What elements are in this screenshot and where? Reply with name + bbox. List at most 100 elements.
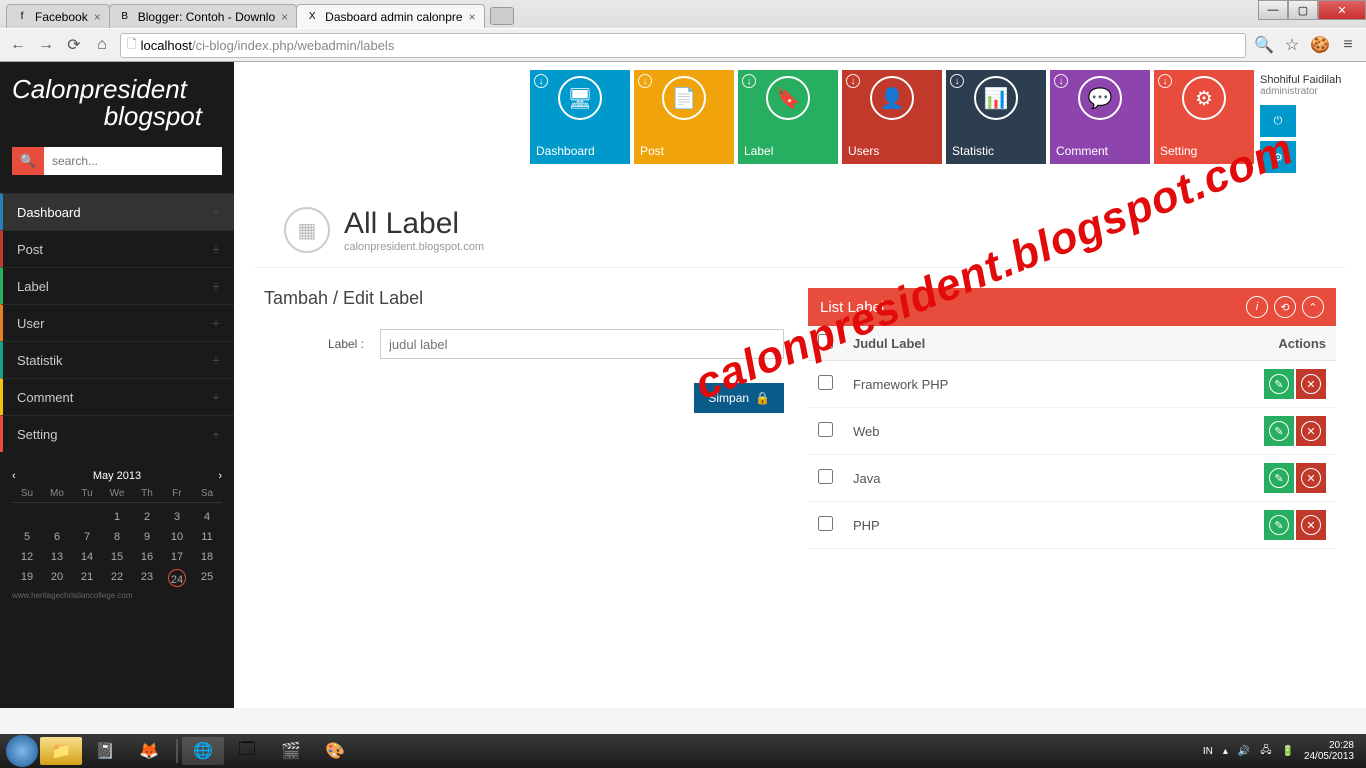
row-checkbox[interactable] — [818, 516, 833, 531]
cal-day[interactable]: 10 — [162, 529, 192, 545]
taskbar-app1[interactable]: 🗔 — [226, 737, 268, 765]
reload-button[interactable]: ⟳ — [64, 35, 84, 55]
taskbar-chrome[interactable]: 🌐 — [182, 737, 224, 765]
row-checkbox[interactable] — [818, 469, 833, 484]
tile-comment[interactable]: ↓💬Comment — [1050, 70, 1150, 164]
cal-day[interactable]: 4 — [192, 509, 222, 525]
tray-up-icon[interactable]: ▴ — [1223, 746, 1228, 757]
cal-day[interactable]: 1 — [102, 509, 132, 525]
sidebar-item-user[interactable]: User+ — [0, 304, 234, 341]
tile-icon: 📄 — [662, 76, 706, 120]
search-button[interactable]: 🔍 — [12, 147, 44, 175]
taskbar-notepad[interactable]: 📓 — [84, 737, 126, 765]
cal-day[interactable]: 13 — [42, 549, 72, 565]
collapse-icon[interactable]: ⌃ — [1302, 296, 1324, 318]
close-window-button[interactable]: ✕ — [1318, 0, 1366, 20]
forward-button[interactable]: → — [36, 35, 56, 55]
volume-icon[interactable]: 🔊 — [1238, 746, 1250, 757]
cal-day[interactable]: 8 — [102, 529, 132, 545]
sidebar-item-comment[interactable]: Comment+ — [0, 378, 234, 415]
cal-day — [72, 509, 102, 525]
delete-button[interactable]: ✕ — [1296, 369, 1326, 399]
cal-day[interactable]: 23 — [132, 569, 162, 587]
cal-day[interactable]: 12 — [12, 549, 42, 565]
cal-day[interactable]: 16 — [132, 549, 162, 565]
browser-tab[interactable]: BBlogger: Contoh - Downlo× — [109, 4, 297, 28]
cal-day[interactable]: 19 — [12, 569, 42, 587]
save-button[interactable]: Simpan 🔒 — [694, 383, 784, 413]
taskbar-app2[interactable]: 🎬 — [270, 737, 312, 765]
cal-day — [12, 509, 42, 525]
cal-day[interactable]: 20 — [42, 569, 72, 587]
cal-next-button[interactable]: › — [218, 470, 222, 482]
sidebar-item-setting[interactable]: Setting+ — [0, 415, 234, 452]
tile-label[interactable]: ↓🔖Label — [738, 70, 838, 164]
bookmark-icon[interactable]: ☆ — [1282, 35, 1302, 55]
power-button[interactable]: ⏻ — [1260, 105, 1296, 137]
edit-button[interactable]: ✎ — [1264, 369, 1294, 399]
row-checkbox[interactable] — [818, 422, 833, 437]
sidebar-item-label[interactable]: Label+ — [0, 267, 234, 304]
cal-day[interactable]: 21 — [72, 569, 102, 587]
address-bar[interactable]: 🗋 localhost/ci-blog/index.php/webadmin/l… — [120, 33, 1246, 58]
browser-tab[interactable]: fFacebook× — [6, 4, 110, 28]
cal-day[interactable]: 5 — [12, 529, 42, 545]
back-button[interactable]: ← — [8, 35, 28, 55]
row-checkbox[interactable] — [818, 375, 833, 390]
edit-button[interactable]: ✎ — [1264, 510, 1294, 540]
sidebar-item-dashboard[interactable]: Dashboard+ — [0, 193, 234, 230]
sidebar-item-post[interactable]: Post+ — [0, 230, 234, 267]
cal-day[interactable]: 14 — [72, 549, 102, 565]
tile-setting[interactable]: ↓⚙Setting — [1154, 70, 1254, 164]
system-clock[interactable]: 20:28 24/05/2013 — [1304, 740, 1360, 762]
delete-button[interactable]: ✕ — [1296, 510, 1326, 540]
edit-button[interactable]: ✎ — [1264, 416, 1294, 446]
tile-dashboard[interactable]: ↓🖥Dashboard — [530, 70, 630, 164]
settings-mini-button[interactable]: ⚙ — [1260, 141, 1296, 173]
select-all-checkbox[interactable] — [818, 334, 833, 349]
network-icon[interactable]: 🖧 — [1260, 743, 1271, 760]
search-input[interactable] — [44, 147, 222, 175]
cal-day[interactable]: 11 — [192, 529, 222, 545]
cal-prev-button[interactable]: ‹ — [12, 470, 16, 482]
cal-day[interactable]: 2 — [132, 509, 162, 525]
cal-day[interactable]: 15 — [102, 549, 132, 565]
zoom-icon[interactable]: 🔍 — [1254, 35, 1274, 55]
tab-close-icon[interactable]: × — [469, 10, 476, 24]
refresh-icon[interactable]: ⟲ — [1274, 296, 1296, 318]
cal-day[interactable]: 22 — [102, 569, 132, 587]
sidebar-item-statistik[interactable]: Statistik+ — [0, 341, 234, 378]
cal-day[interactable]: 25 — [192, 569, 222, 587]
cal-day[interactable]: 24 — [168, 569, 186, 587]
cal-day[interactable]: 3 — [162, 509, 192, 525]
tile-statistic[interactable]: ↓📊Statistic — [946, 70, 1046, 164]
language-indicator[interactable]: IN — [1203, 746, 1213, 757]
battery-icon[interactable]: 🔋 — [1281, 746, 1293, 757]
taskbar-firefox[interactable]: 🦊 — [128, 737, 170, 765]
extension-icon[interactable]: 🍪 — [1310, 35, 1330, 55]
tile-users[interactable]: ↓👤Users — [842, 70, 942, 164]
tab-close-icon[interactable]: × — [94, 10, 101, 24]
taskbar-paint[interactable]: 🎨 — [314, 737, 356, 765]
delete-button[interactable]: ✕ — [1296, 416, 1326, 446]
tab-close-icon[interactable]: × — [281, 10, 288, 24]
tile-post[interactable]: ↓📄Post — [634, 70, 734, 164]
cal-day[interactable]: 6 — [42, 529, 72, 545]
label-input[interactable] — [380, 329, 784, 359]
start-button[interactable] — [6, 735, 38, 767]
browser-tab[interactable]: XDasboard admin calonpre× — [296, 4, 484, 28]
cal-day[interactable]: 9 — [132, 529, 162, 545]
minimize-button[interactable]: — — [1258, 0, 1288, 20]
cal-day[interactable]: 18 — [192, 549, 222, 565]
taskbar-explorer[interactable]: 📁 — [40, 737, 82, 765]
cal-day[interactable]: 17 — [162, 549, 192, 565]
info-icon[interactable]: i — [1246, 296, 1268, 318]
menu-icon[interactable]: ≡ — [1338, 35, 1358, 55]
maximize-button[interactable]: ▢ — [1288, 0, 1318, 20]
edit-button[interactable]: ✎ — [1264, 463, 1294, 493]
new-tab-button[interactable] — [490, 7, 514, 25]
home-button[interactable]: ⌂ — [92, 35, 112, 55]
cal-day[interactable]: 7 — [72, 529, 102, 545]
user-name: Shohiful Faidilah — [1260, 74, 1352, 86]
delete-button[interactable]: ✕ — [1296, 463, 1326, 493]
